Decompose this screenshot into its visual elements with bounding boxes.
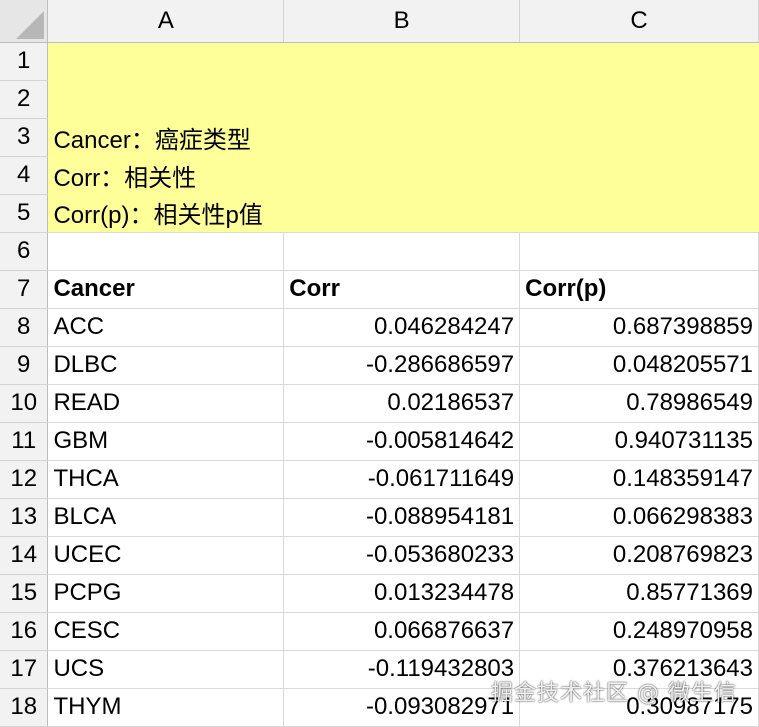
- row-header-17[interactable]: 17: [0, 650, 49, 689]
- sheet-row-7: 7 Cancer Corr Corr(p): [0, 270, 759, 309]
- row-header-1[interactable]: 1: [0, 42, 49, 81]
- select-all-corner[interactable]: [0, 0, 49, 43]
- corr-p-cell[interactable]: 0.148359147: [519, 460, 759, 499]
- corr-cell[interactable]: -0.061711649: [283, 460, 521, 499]
- table-row: 12 THCA -0.061711649 0.148359147: [0, 460, 759, 499]
- column-header-c[interactable]: C: [519, 0, 759, 43]
- sheet-row-1: 1: [0, 42, 759, 81]
- cancer-cell[interactable]: UCEC: [47, 536, 285, 575]
- table-row: 16 CESC 0.066876637 0.248970958: [0, 612, 759, 651]
- sheet-row-5: 5 Corr(p)：相关性p值: [0, 194, 759, 233]
- cell-c1[interactable]: [519, 42, 759, 80]
- table-row: 11 GBM -0.005814642 0.940731135: [0, 422, 759, 461]
- sheet-row-6: 6: [0, 232, 759, 271]
- cancer-cell[interactable]: UCS: [47, 650, 285, 689]
- corr-p-cell[interactable]: 0.85771369: [519, 574, 759, 613]
- table-row: 15 PCPG 0.013234478 0.85771369: [0, 574, 759, 613]
- row-header-2[interactable]: 2: [0, 80, 49, 119]
- corr-p-cell[interactable]: 0.066298383: [519, 498, 759, 537]
- row-header-9[interactable]: 9: [0, 346, 49, 385]
- header-corr[interactable]: Corr: [283, 270, 521, 309]
- row-header-5[interactable]: 5: [0, 194, 49, 233]
- corr-cell[interactable]: -0.053680233: [283, 536, 521, 575]
- header-corr-p[interactable]: Corr(p): [519, 270, 759, 309]
- corr-cell[interactable]: 0.066876637: [283, 612, 521, 651]
- row-header-6[interactable]: 6: [0, 232, 49, 271]
- corr-cell[interactable]: -0.119432803: [283, 650, 521, 689]
- cancer-cell[interactable]: ACC: [47, 308, 285, 347]
- cancer-cell[interactable]: PCPG: [47, 574, 285, 613]
- cell-b6[interactable]: [283, 232, 521, 271]
- cell-a1[interactable]: [47, 42, 284, 80]
- column-header-b[interactable]: B: [283, 0, 521, 43]
- corr-p-cell[interactable]: 0.208769823: [519, 536, 759, 575]
- row-header-13[interactable]: 13: [0, 498, 49, 537]
- cancer-cell[interactable]: CESC: [47, 612, 285, 651]
- cancer-cell[interactable]: THCA: [47, 460, 285, 499]
- row-header-8[interactable]: 8: [0, 308, 49, 347]
- row-header-12[interactable]: 12: [0, 460, 49, 499]
- cell-b1[interactable]: [283, 42, 520, 80]
- row-header-11[interactable]: 11: [0, 422, 49, 461]
- corr-cell[interactable]: -0.093082971: [283, 688, 521, 727]
- corr-p-cell[interactable]: 0.78986549: [519, 384, 759, 423]
- legend-cancer[interactable]: Cancer：癌症类型: [47, 118, 759, 156]
- table-row: 14 UCEC -0.053680233 0.208769823: [0, 536, 759, 575]
- table-row: 10 READ 0.02186537 0.78986549: [0, 384, 759, 423]
- corr-cell[interactable]: -0.005814642: [283, 422, 521, 461]
- table-row: 13 BLCA -0.088954181 0.066298383: [0, 498, 759, 537]
- corr-cell[interactable]: -0.286686597: [283, 346, 521, 385]
- cell-c6[interactable]: [519, 232, 759, 271]
- corr-p-cell[interactable]: 0.940731135: [519, 422, 759, 461]
- spreadsheet-grid: A B C 1 2 3 Cancer：癌症类型 4 Corr：相关性 5 Cor…: [0, 0, 759, 727]
- row-header-3[interactable]: 3: [0, 118, 49, 157]
- cancer-cell[interactable]: BLCA: [47, 498, 285, 537]
- column-header-a[interactable]: A: [47, 0, 285, 43]
- column-header-row: A B C: [0, 0, 759, 43]
- cell-a2[interactable]: [47, 80, 284, 118]
- cell-c2[interactable]: [519, 80, 759, 118]
- sheet-row-4: 4 Corr：相关性: [0, 156, 759, 195]
- cell-b2[interactable]: [283, 80, 520, 118]
- table-row: 8 ACC 0.046284247 0.687398859: [0, 308, 759, 347]
- corr-cell[interactable]: 0.013234478: [283, 574, 521, 613]
- sheet-row-3: 3 Cancer：癌症类型: [0, 118, 759, 157]
- row-header-4[interactable]: 4: [0, 156, 49, 195]
- corr-p-cell[interactable]: 0.248970958: [519, 612, 759, 651]
- cancer-cell[interactable]: READ: [47, 384, 285, 423]
- corr-cell[interactable]: 0.02186537: [283, 384, 521, 423]
- legend-corr[interactable]: Corr：相关性: [47, 156, 759, 194]
- corr-p-cell[interactable]: 0.048205571: [519, 346, 759, 385]
- cancer-cell[interactable]: THYM: [47, 688, 285, 727]
- row-header-10[interactable]: 10: [0, 384, 49, 423]
- watermark-text: 掘金技术社区 @ 微生信: [491, 681, 737, 706]
- table-row: 9 DLBC -0.286686597 0.048205571: [0, 346, 759, 385]
- corr-cell[interactable]: -0.088954181: [283, 498, 521, 537]
- corr-p-cell[interactable]: 0.687398859: [519, 308, 759, 347]
- header-cancer[interactable]: Cancer: [47, 270, 285, 309]
- row-header-16[interactable]: 16: [0, 612, 49, 651]
- row-header-15[interactable]: 15: [0, 574, 49, 613]
- legend-corr-p[interactable]: Corr(p)：相关性p值: [47, 194, 759, 233]
- sheet-row-2: 2: [0, 80, 759, 119]
- row-header-7[interactable]: 7: [0, 270, 49, 309]
- corr-cell[interactable]: 0.046284247: [283, 308, 521, 347]
- row-header-14[interactable]: 14: [0, 536, 49, 575]
- select-all-triangle-icon: [16, 10, 45, 39]
- cell-a6[interactable]: [47, 232, 285, 271]
- cancer-cell[interactable]: GBM: [47, 422, 285, 461]
- cancer-cell[interactable]: DLBC: [47, 346, 285, 385]
- row-header-18[interactable]: 18: [0, 688, 49, 727]
